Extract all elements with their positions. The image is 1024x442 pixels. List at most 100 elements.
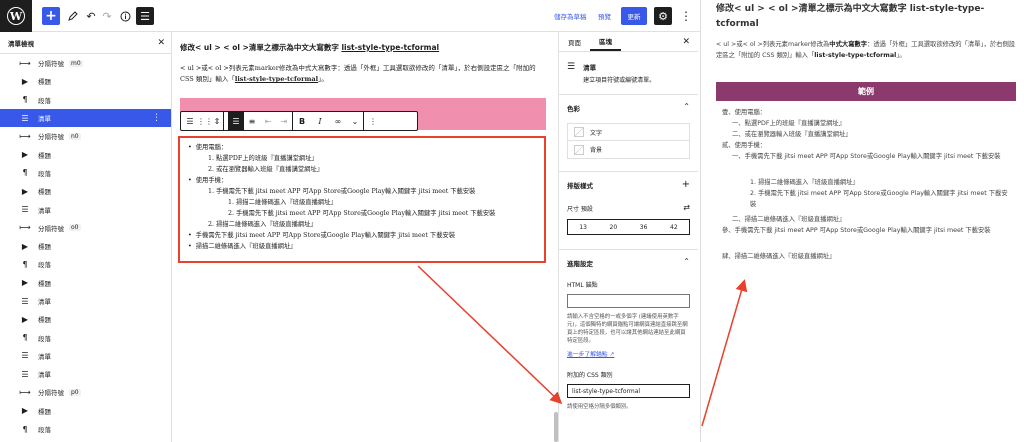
toolbar-separator <box>223 112 224 130</box>
font-size-option[interactable]: 13 <box>568 220 598 234</box>
list-view-icon[interactable]: ☰ <box>136 7 154 25</box>
sidebar-item-paragraph[interactable]: ¶ 段落 <box>0 91 171 109</box>
post-heading[interactable]: 修改< ul > < ol >清單之標示為中文大寫數字 list-style-t… <box>180 42 550 53</box>
color-panel-title[interactable]: 色彩 <box>567 103 690 113</box>
list-icon: ☰ <box>21 369 29 379</box>
list-item[interactable]: • 手機需先下載 jitsi meet APP 可App Store或Googl… <box>188 230 455 241</box>
sidebar-item-separator[interactable]: ⟼ 分隔符號 m0 <box>0 54 171 72</box>
sidebar-item-paragraph[interactable]: ¶ 段落 <box>0 420 171 438</box>
typography-panel-title[interactable]: 排版樣式 <box>567 180 690 190</box>
block-name: 清單 <box>583 64 597 72</box>
sidebar-item-list[interactable]: ☰ 清單 <box>0 365 171 383</box>
paragraph-icon: ¶ <box>22 95 28 105</box>
font-size-option[interactable]: 42 <box>659 220 689 234</box>
html-anchor-input[interactable] <box>567 294 690 308</box>
background-color-control[interactable]: 背景 <box>567 141 690 159</box>
info-icon[interactable] <box>116 7 134 25</box>
text-color-control[interactable]: 文字 <box>567 123 690 141</box>
css-class-input[interactable]: list-style-type-tcformal <box>567 384 690 398</box>
heading-class-name: list-style-type-tcformal <box>341 43 440 52</box>
list-item[interactable]: 2. 掃描二維條碼進入『班級直播網址』 <box>208 219 317 230</box>
list-view-item-label: 段落 <box>38 261 51 270</box>
chevron-up-icon[interactable]: ⌃ <box>683 257 690 266</box>
selected-list-block[interactable]: • 使用電腦： 1. 點選PDF上的班級『直播講堂網址』 2. 或在瀏覽器輸入班… <box>178 136 546 263</box>
list-item[interactable]: • 使用電腦： <box>188 142 227 153</box>
list-view-item-label: 標題 <box>38 279 51 288</box>
color-swatch-icon <box>574 144 584 155</box>
sidebar-item-list[interactable]: ☰ 清單 <box>0 347 171 365</box>
sidebar-item-heading[interactable]: ▶ 標題 <box>0 310 171 328</box>
sidebar-item-heading[interactable]: ▶ 標題 <box>0 145 171 163</box>
sidebar-item-list[interactable]: ☰ 清單 <box>0 292 171 310</box>
list-view-item-label: 清單 <box>38 352 51 361</box>
sidebar-item-heading[interactable]: ▶ 標題 <box>0 237 171 255</box>
settings-gear-icon[interactable]: ⚙ <box>654 7 672 25</box>
list-item[interactable]: 1. 點選PDF上的班級『直播講堂網址』 <box>208 153 318 164</box>
indent-icon[interactable]: ⇥ <box>276 112 292 130</box>
pen-icon[interactable] <box>64 7 82 25</box>
editor-top-bar: W + ↶ ↷ ☰ 儲存為草稿 預覽 更新 ⚙ ⋮ <box>0 0 700 32</box>
list-item: 貳、使用手機： <box>722 142 767 149</box>
list-item[interactable]: 2. 或在瀏覽器輸入班級『直播講堂網址』 <box>208 164 323 175</box>
font-size-option[interactable]: 36 <box>629 220 659 234</box>
list-item[interactable]: • 掃描二維條碼進入『班級直播網址』 <box>188 241 296 252</box>
list-item[interactable]: 1. 手機需先下載 jitsi meet APP 可App Store或Goog… <box>208 186 475 197</box>
advanced-panel-title[interactable]: 進階設定 <box>567 258 690 268</box>
unordered-list-icon[interactable]: ☰ <box>228 112 244 130</box>
list-item[interactable]: • 使用手機： <box>188 175 227 186</box>
close-icon[interactable]: ✕ <box>682 37 690 47</box>
frontend-preview: 修改< ul > < ol >清單之標示為中文大寫數字 list-style-t… <box>700 0 1024 442</box>
tab-page[interactable]: 頁面 <box>559 32 590 51</box>
more-options-icon[interactable]: ⋮ <box>679 7 693 25</box>
sidebar-item-separator[interactable]: ⟼ 分隔符號 o0 <box>0 219 171 237</box>
more-options-icon[interactable]: ⋮ <box>364 112 382 130</box>
sidebar-item-heading[interactable]: ▶ 標題 <box>0 274 171 292</box>
save-draft-button[interactable]: 儲存為草稿 <box>554 11 587 21</box>
italic-icon[interactable]: I <box>311 112 329 130</box>
sidebar-item-paragraph[interactable]: ¶ 段落 <box>0 328 171 346</box>
ordered-list-icon[interactable]: ≡ <box>244 112 260 130</box>
wordpress-logo[interactable]: W <box>0 0 32 32</box>
chevron-down-icon[interactable]: ⌄ <box>347 112 363 130</box>
outdent-icon[interactable]: ⇤ <box>260 112 276 130</box>
sidebar-item-heading[interactable]: ▶ 標題 <box>0 182 171 200</box>
tab-block[interactable]: 區塊 <box>590 32 621 51</box>
publish-button[interactable]: 更新 <box>621 7 647 25</box>
list-view-item-label: 標題 <box>38 243 51 252</box>
list-item: 1. 掃描二維條碼進入『班級直播網址』 <box>750 179 859 186</box>
sidebar-item-heading[interactable]: ▶ 標題 <box>0 402 171 420</box>
redo-icon[interactable]: ↷ <box>98 7 116 25</box>
sidebar-item-heading[interactable]: ▶ 標題 <box>0 72 171 90</box>
list-view-item-label: 標題 <box>38 78 51 87</box>
sidebar-item-paragraph[interactable]: ¶ 段落 <box>0 164 171 182</box>
bookmark-icon: ▶ <box>21 150 29 160</box>
learn-more-anchors-link[interactable]: 進一步了解錨點 ↗ <box>567 349 690 358</box>
list-item[interactable]: 1. 掃描二維條碼進入『班級直播網址』 <box>228 197 337 208</box>
sidebar-item-separator[interactable]: ⟼ 分隔符號 n0 <box>0 127 171 145</box>
sidebar-item-list[interactable]: ☰ 清單 <box>0 200 171 218</box>
description-paragraph[interactable]: < ul >或< ol >列表元素marker修改為中式大寫數字：透過「外框」工… <box>180 63 550 85</box>
drag-handle-icon[interactable]: ⋮⋮ <box>197 112 213 130</box>
plus-icon[interactable]: + <box>682 179 690 190</box>
preview-button[interactable]: 預覽 <box>598 11 611 21</box>
list-view-item-label: 段落 <box>38 426 51 435</box>
more-options-icon[interactable]: ⋮ <box>152 113 161 123</box>
font-size-option[interactable]: 20 <box>598 220 628 234</box>
separator-icon: ⟼ <box>19 223 31 233</box>
settings-sliders-icon[interactable]: ⇄ <box>683 203 690 212</box>
add-block-button[interactable]: + <box>42 7 60 25</box>
link-icon[interactable]: ∞ <box>329 112 347 130</box>
bookmark-icon: ▶ <box>21 278 29 288</box>
bold-icon[interactable]: B <box>293 112 311 130</box>
move-up-down-icon[interactable]: ⇕ <box>211 112 223 130</box>
list-item-text: 掃描二維條碼進入『班級直播網址』 <box>195 243 297 250</box>
sidebar-item-list[interactable]: ☰ 清單 ⋮ <box>0 108 171 128</box>
sidebar-item-paragraph[interactable]: ¶ 段落 <box>0 255 171 273</box>
list-view-item-label: 標題 <box>38 188 51 197</box>
chevron-up-icon[interactable]: ⌃ <box>683 102 690 111</box>
list-item[interactable]: 2. 手機需先下載 jitsi meet APP 可App Store或Goog… <box>228 208 495 219</box>
sidebar-item-separator[interactable]: ⟼ 分隔符號 p0 <box>0 383 171 401</box>
background-color-label: 背景 <box>590 147 603 154</box>
css-class-help: 請使用空格分隔多個類別。 <box>567 404 632 410</box>
close-icon[interactable]: ✕ <box>157 38 165 48</box>
